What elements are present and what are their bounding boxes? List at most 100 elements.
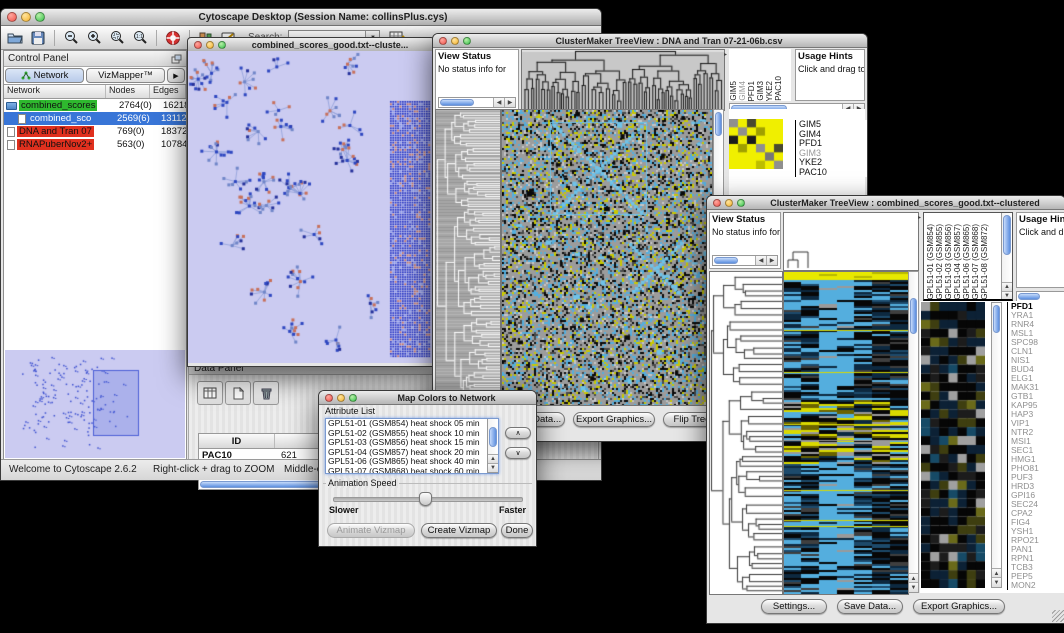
close-button[interactable] [194,41,202,49]
help-lifesaver-button[interactable] [163,28,183,47]
zoom-out-button[interactable] [61,28,81,47]
dialog-titlebar[interactable]: Map Colors to Network [319,391,536,405]
tv2-global-vscrollbar[interactable]: ▲ ▼ [908,271,919,593]
treeview2-window: ClusterMaker TreeView : combined_scores_… [706,195,1064,624]
tv2-status-hscrollbar[interactable]: ◀ ▶ [712,255,778,266]
tv1-column-dendrogram[interactable] [521,49,725,111]
usage-hints-text: Click and drag to [796,63,864,76]
scroll-left-icon[interactable]: ◀ [755,256,766,265]
scroll-up-icon[interactable]: ▲ [488,454,498,463]
tab-vizmapper[interactable]: VizMapper™ [86,68,165,83]
birdseye-view[interactable] [5,350,185,458]
minimize-button[interactable] [21,12,31,22]
scroll-right-icon[interactable]: ▶ [504,98,515,107]
zoom-fit-button[interactable]: 1:1 [130,28,150,47]
treeview2-titlebar[interactable]: ClusterMaker TreeView : combined_scores_… [707,196,1064,210]
scroll-left-icon[interactable]: ◀ [493,98,504,107]
treeview1-titlebar[interactable]: ClusterMaker TreeView : DNA and Tran 07-… [433,34,867,48]
tv2-zoom-heatmap[interactable] [921,302,985,588]
scroll-down-icon[interactable]: ▼ [488,463,498,472]
create-vizmap-button[interactable]: Create Vizmap [421,523,497,538]
network-row[interactable]: DNA and Tran 07 769(0) 183728(0) [4,125,186,138]
tv1-pane-arrow-icon[interactable]: ▸ [724,51,727,58]
zoom-button[interactable] [349,394,357,402]
zoom-button[interactable] [218,41,226,49]
minimize-button[interactable] [206,41,214,49]
tv2-labels-vscrollbar[interactable]: ▲ ▼ [1001,213,1012,300]
network-row[interactable]: RNAPuberNov2+ 563(0) 107847(0) [4,138,186,151]
hscroll-thumb[interactable] [440,99,474,106]
network-view-titlebar[interactable]: combined_scores_good.txt--cluste... [188,38,434,52]
move-down-button[interactable]: ∨ [505,447,531,459]
zoom-selected-button[interactable] [107,28,127,47]
tv1-gene-labels[interactable]: GIM5GIM4PFD1GIM3YKE2PAC10 [795,120,867,177]
list-vscrollbar[interactable]: ▲ ▼ [487,419,498,473]
tab-overflow-arrow[interactable]: ▶ [167,68,185,83]
tv1-heatmap[interactable] [501,109,713,406]
attribute-item[interactable]: GPL51-07 (GSM868) heat shock 60 min [326,467,488,474]
vscroll-thumb[interactable] [910,298,917,334]
hscroll-thumb[interactable] [714,257,738,264]
delete-attribute-button[interactable] [253,381,279,405]
column-label: PAC10 [774,76,783,101]
tv1-status-hscrollbar[interactable]: ◀ ▶ [438,97,516,108]
network-row[interactable]: combined_scores 2764(0) 16218(0) [4,99,186,112]
vscroll-thumb[interactable] [1003,215,1011,255]
tv2-column-labels[interactable]: GPL51-01 (GSM854)GPL51-02 (GSM855)GPL51-… [926,213,989,300]
network-canvas[interactable] [188,51,432,363]
minimize-button[interactable] [451,37,459,45]
select-attributes-button[interactable] [197,381,223,405]
zoom-button[interactable] [737,199,745,207]
tv2-save-data-button[interactable]: Save Data... [837,599,903,614]
tab-network[interactable]: Network [5,68,84,83]
gene-label: PEP5 [1011,572,1064,581]
tv2-settings-button[interactable]: Settings... [761,599,827,614]
float-panel-icon[interactable] [171,54,182,64]
network-row[interactable]: combined_sco 2569(6) 13112(15) [4,112,186,125]
column-label: GPL51-01 (GSM854) [926,224,935,300]
new-attribute-button[interactable] [225,381,251,405]
attribute-list[interactable]: GPL51-01 (GSM854) heat shock 05 minGPL51… [325,418,499,474]
vscroll-thumb[interactable] [993,305,1000,333]
slider-thumb[interactable] [419,492,432,506]
move-up-button[interactable]: ∧ [505,427,531,439]
tv2-column-dendrogram[interactable] [783,212,919,271]
zoom-button[interactable] [35,12,45,22]
tv1-column-labels[interactable]: GIM5GIM4PFD1GIM3YKE2PAC10 [729,49,791,101]
tv2-row-dendrogram[interactable] [709,271,783,595]
scroll-right-icon[interactable]: ▶ [766,256,777,265]
tv1-row-dendrogram[interactable] [435,109,501,406]
main-titlebar[interactable]: Cytoscape Desktop (Session Name: collins… [1,9,601,26]
close-button[interactable] [7,12,17,22]
scroll-down-icon[interactable]: ▼ [909,582,918,592]
resize-grip[interactable] [1052,610,1064,622]
scroll-down-icon[interactable]: ▼ [992,577,1001,587]
scroll-up-icon[interactable]: ▲ [1002,282,1012,291]
close-button[interactable] [325,394,333,402]
save-session-button[interactable] [28,28,48,47]
open-session-button[interactable] [5,28,25,47]
tv2-gene-labels[interactable]: PFD1YRA1RNR4MSL1SPC98CLN1NIS1BUD4ELG1MAK… [1007,302,1064,590]
toolbar-separator [156,30,157,46]
vscroll-thumb[interactable] [715,112,722,136]
vscroll-thumb[interactable] [489,427,497,447]
network-row-icon [18,114,26,124]
minimize-button[interactable] [337,394,345,402]
tv2-zoom-vscrollbar[interactable]: ▲ ▼ [991,302,1002,588]
tv1-export-graphics-button[interactable]: Export Graphics... [573,412,655,427]
tv2-global-heatmap[interactable] [783,271,909,595]
scroll-down-icon[interactable]: ▼ [1002,291,1012,300]
gene-label: HRD3 [1011,482,1064,491]
tv2-export-graphics-button[interactable]: Export Graphics... [913,599,1005,614]
usage-hints-title: Usage Hints [1019,214,1064,225]
column-label: GIM3 [756,81,765,101]
done-button[interactable]: Done [501,523,533,538]
close-button[interactable] [713,199,721,207]
minimize-button[interactable] [725,199,733,207]
zoom-in-button[interactable] [84,28,104,47]
tv1-summary-matrix[interactable] [729,119,783,169]
zoom-button[interactable] [463,37,471,45]
hscroll-thumb[interactable] [1018,293,1040,300]
tv2-pane-arrow-icon[interactable]: ▸ [918,214,921,221]
close-button[interactable] [439,37,447,45]
